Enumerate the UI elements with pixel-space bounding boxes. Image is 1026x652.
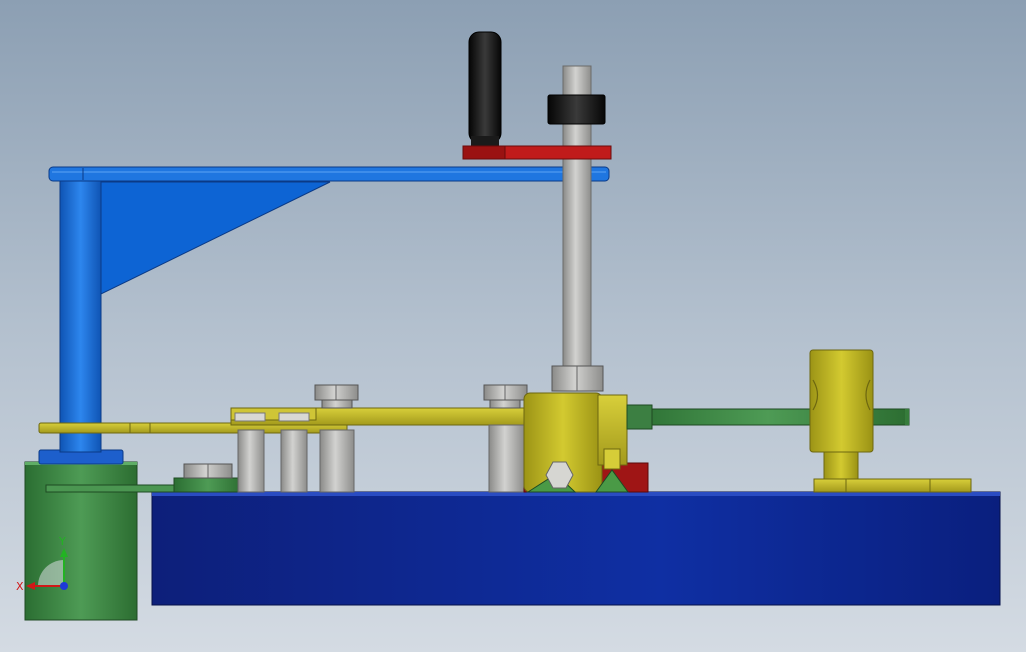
black-collar[interactable] bbox=[547, 94, 606, 125]
bolt-head[interactable] bbox=[278, 412, 310, 422]
x-axis-label: X bbox=[16, 580, 24, 593]
cad-graphics-area[interactable]: Y X bbox=[0, 0, 1026, 652]
nut-collar[interactable] bbox=[489, 399, 521, 409]
brass-cylinder-stem[interactable] bbox=[823, 451, 859, 481]
steel-post[interactable] bbox=[488, 424, 525, 493]
red-plate-left bbox=[462, 145, 506, 160]
brass-base-plate[interactable] bbox=[813, 478, 972, 493]
base-plate[interactable] bbox=[151, 491, 1001, 606]
bolt-head[interactable] bbox=[234, 412, 266, 422]
black-knob[interactable] bbox=[468, 31, 502, 144]
steel-post[interactable] bbox=[319, 429, 355, 493]
green-rod-end bbox=[905, 409, 909, 425]
brass-cylinder[interactable] bbox=[809, 349, 874, 453]
knob-base bbox=[471, 136, 499, 146]
nut-collar[interactable] bbox=[321, 399, 353, 409]
y-axis-label: Y bbox=[58, 535, 66, 548]
green-link-bar[interactable] bbox=[45, 484, 187, 493]
steel-post[interactable] bbox=[280, 429, 308, 493]
z-axis-dot bbox=[60, 582, 68, 590]
base-plate-top-edge bbox=[152, 492, 1000, 496]
brass-clamp-tab[interactable] bbox=[603, 448, 621, 470]
blue-gusset[interactable] bbox=[100, 181, 331, 295]
assembly-side-view[interactable]: Y X bbox=[0, 0, 1026, 652]
green-block-small[interactable] bbox=[173, 477, 243, 493]
steel-post[interactable] bbox=[237, 429, 265, 493]
blue-top-arm[interactable] bbox=[48, 166, 610, 182]
blue-vertical-column[interactable] bbox=[59, 177, 102, 453]
green-rod-collar[interactable] bbox=[626, 404, 653, 430]
